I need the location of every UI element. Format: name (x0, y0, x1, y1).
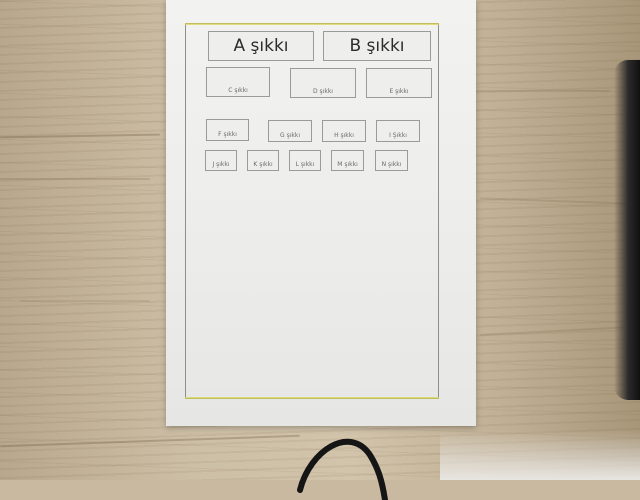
option-label-l: L şıkkı (295, 161, 315, 168)
option-box-f: F şıkkı (206, 119, 249, 141)
wood-grain (0, 434, 300, 448)
option-label-d: D şıkkı (313, 88, 333, 95)
option-label-e: E şıkkı (389, 88, 409, 95)
bright-area (440, 430, 640, 480)
option-label-g: G şıkkı (280, 132, 300, 139)
option-label-i: I Şıkkı (389, 132, 407, 139)
option-box-i: I Şıkkı (376, 120, 420, 142)
option-label-a: A şıkkı (233, 36, 289, 56)
option-label-m: M şıkkı (337, 161, 358, 168)
option-label-c: C şıkkı (228, 87, 248, 94)
option-label-h: H şıkkı (334, 132, 354, 139)
paper-sheet: A şıkkı B şıkkı C şıkkı D şıkkı E şıkkı … (166, 0, 476, 426)
black-cable (297, 438, 388, 500)
dark-object (614, 60, 640, 400)
option-box-e: E şıkkı (366, 68, 432, 98)
wood-grain (480, 197, 630, 205)
option-box-h: H şıkkı (322, 120, 366, 142)
option-box-d: D şıkkı (290, 68, 356, 98)
option-box-m: M şıkkı (331, 150, 364, 171)
option-box-g: G şıkkı (268, 120, 312, 142)
option-box-k: K şıkkı (247, 150, 279, 171)
wood-grain (20, 300, 150, 302)
wood-grain (480, 326, 630, 336)
option-label-k: K şıkkı (253, 161, 273, 168)
option-box-c: C şıkkı (206, 67, 270, 97)
option-label-f: F şıkkı (218, 131, 237, 138)
option-box-n: N şıkkı (375, 150, 408, 171)
option-box-l: L şıkkı (289, 150, 321, 171)
option-label-n: N şıkkı (381, 161, 402, 168)
option-label-b: B şıkkı (349, 36, 405, 56)
option-box-b: B şıkkı (323, 31, 431, 61)
border-accent (185, 23, 439, 25)
option-box-j: J şıkkı (205, 150, 237, 171)
option-label-j: J şıkkı (212, 161, 230, 168)
wood-grain (0, 178, 150, 180)
wood-grain (0, 133, 161, 139)
option-box-a: A şıkkı (208, 31, 314, 61)
border-accent (185, 397, 439, 399)
wood-grain (470, 90, 610, 92)
